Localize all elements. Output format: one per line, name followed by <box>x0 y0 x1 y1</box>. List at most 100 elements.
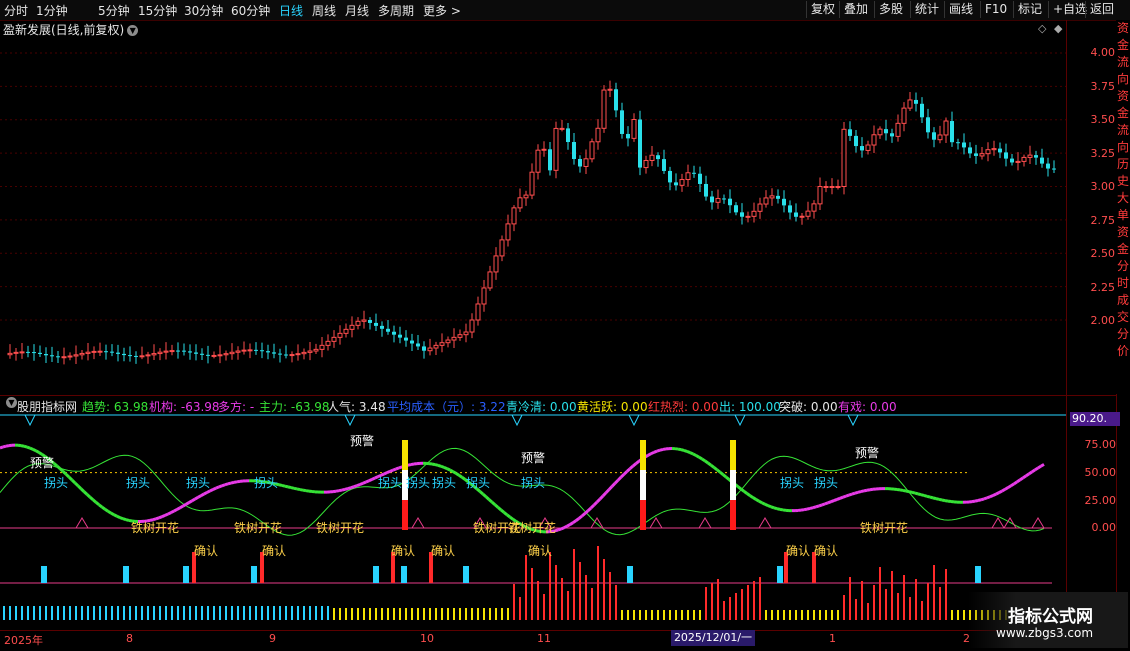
crosshair-date-box: 2025/12/01/一 <box>671 630 755 646</box>
candle-body <box>770 196 774 198</box>
trend-line-segment <box>285 486 288 487</box>
volume-bar <box>141 606 143 620</box>
volume-bar <box>711 583 713 620</box>
trend-line-segment <box>648 454 651 456</box>
volume-bar <box>435 608 437 620</box>
trend-line-segment <box>432 464 435 465</box>
side-tab-char: 历 <box>1116 156 1130 173</box>
f10-button[interactable]: F10 <box>980 1 1011 18</box>
trend-line-segment <box>603 493 606 496</box>
trend-line-segment <box>108 511 111 513</box>
candle-body <box>446 340 450 343</box>
candle-body <box>1004 152 1008 158</box>
volume-bar <box>849 577 851 620</box>
statistics-button[interactable]: 统计 <box>910 1 943 18</box>
candle-body <box>440 343 444 346</box>
draw-line-button[interactable]: 画线 <box>944 1 977 18</box>
trend-line-segment <box>939 499 942 500</box>
trend-line-segment <box>75 483 78 486</box>
candle-body <box>1052 169 1056 170</box>
volume-bar <box>603 559 605 620</box>
period-tab-weekly[interactable]: 周线 <box>312 2 336 19</box>
label-confirm: 确认 <box>814 544 838 558</box>
candle-body <box>44 354 48 355</box>
volume-bar <box>339 608 341 620</box>
trend-line-segment <box>864 490 867 491</box>
trend-line-segment <box>507 515 510 517</box>
trend-line-segment <box>231 482 234 483</box>
top-marker <box>848 415 858 425</box>
candle-body <box>752 211 756 216</box>
candle-body <box>128 355 132 356</box>
candle-body <box>326 341 330 345</box>
candle-body <box>806 211 810 216</box>
volume-bar <box>381 608 383 620</box>
trend-line-segment <box>837 498 840 499</box>
period-tab-1min[interactable]: 1分钟 <box>36 2 68 19</box>
trend-line-segment <box>126 520 129 521</box>
trend-line-segment <box>930 497 933 498</box>
cyan-block <box>183 566 189 583</box>
volume-bar <box>549 552 551 620</box>
volume-bar <box>21 606 23 620</box>
volume-bar <box>519 597 521 620</box>
period-tab-fenshi[interactable]: 分时 <box>4 2 28 19</box>
trend-line-segment <box>180 506 183 508</box>
date-label: 10 <box>420 632 434 645</box>
cyan-block <box>627 566 633 583</box>
indicator-chart[interactable]: 预警预警预警预警拐头拐头拐头拐头拐头拐头拐头拐头拐头拐头拐头铁树开花铁树开花铁树… <box>0 412 1066 630</box>
period-tab-60min[interactable]: 60分钟 <box>231 2 270 19</box>
candle-body <box>818 187 822 204</box>
candle-body <box>548 149 552 170</box>
candle-body <box>1040 158 1044 164</box>
candle-body <box>278 354 282 355</box>
trend-line-segment <box>93 500 96 503</box>
multi-stock-button[interactable]: 多股 <box>874 1 907 18</box>
side-tab-char: 时 <box>1116 275 1130 292</box>
trend-line-segment <box>213 488 216 489</box>
trend-line-segment <box>687 451 690 452</box>
trend-line-segment <box>96 502 99 504</box>
candle-body <box>692 173 696 174</box>
period-tab-daily[interactable]: 日线 <box>279 2 303 19</box>
period-tab-more[interactable]: 更多 > <box>423 2 461 19</box>
candle-body <box>578 159 582 166</box>
trend-line-segment <box>195 497 198 499</box>
trend-line-segment <box>747 493 750 495</box>
candle-body <box>800 216 804 217</box>
mark-button[interactable]: 标记 <box>1013 1 1046 18</box>
volume-bar <box>213 606 215 620</box>
candle-body <box>644 160 648 167</box>
period-tab-30min[interactable]: 30分钟 <box>184 2 223 19</box>
overlay-button[interactable]: 叠加 <box>839 1 872 18</box>
candle-body <box>512 208 516 224</box>
volume-bar <box>87 606 89 620</box>
chevron-down-icon[interactable]: ▼ <box>6 397 17 408</box>
candle-body <box>854 136 858 146</box>
period-tab-monthly[interactable]: 月线 <box>345 2 369 19</box>
trend-line-segment <box>504 512 507 514</box>
candle-body <box>680 180 684 186</box>
volume-bar <box>27 606 29 620</box>
period-tab-5min[interactable]: 5分钟 <box>98 2 130 19</box>
period-tab-15min[interactable]: 15分钟 <box>138 2 177 19</box>
side-tab-char: 分 <box>1116 258 1130 275</box>
indicator-tick: 25.00 <box>1070 494 1116 507</box>
period-tab-multi[interactable]: 多周期 <box>378 2 414 19</box>
side-tab-char: 金 <box>1116 105 1130 122</box>
candle-body <box>866 145 870 150</box>
side-tab-strip[interactable]: 资金流向资金流向历史大单资金分时成交分价 <box>1116 20 1130 394</box>
cyan-block <box>251 566 257 583</box>
back-button[interactable]: 返回 <box>1085 1 1118 18</box>
trend-line-segment <box>804 509 807 510</box>
label-confirm: 确认 <box>786 544 810 558</box>
trend-line-segment <box>663 449 666 450</box>
trend-line-segment <box>828 502 831 503</box>
trend-line-segment <box>489 499 492 502</box>
fuquan-button[interactable]: 复权 <box>806 1 839 18</box>
trend-line-segment <box>903 490 906 491</box>
volume-bar <box>483 608 485 620</box>
candle-body <box>350 325 354 329</box>
candlestick-chart[interactable] <box>0 20 1066 394</box>
candle-body <box>602 90 606 128</box>
